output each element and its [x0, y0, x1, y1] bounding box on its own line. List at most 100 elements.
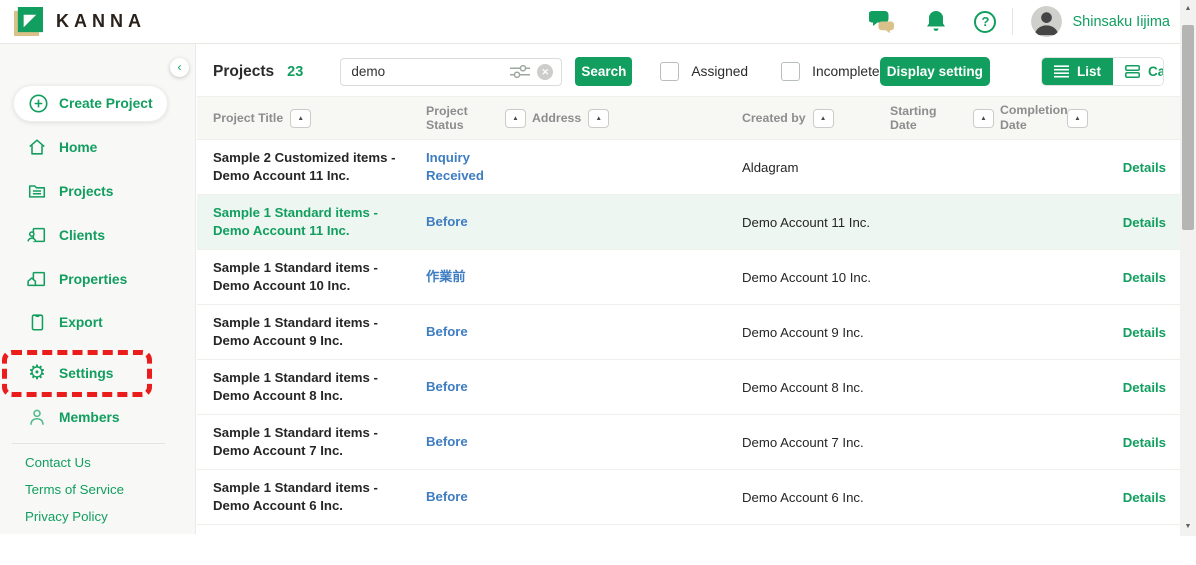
table-row: Sample 2 Customized items - Demo Account…	[197, 140, 1180, 195]
sidebar-item-label: Properties	[59, 272, 127, 287]
details-link[interactable]: Details	[1123, 435, 1166, 450]
card-view-button[interactable]: Card	[1113, 58, 1164, 85]
sidebar-links: Contact Us Terms of Service Privacy Poli…	[0, 453, 195, 534]
created-by-value: Demo Account 8 Inc.	[742, 380, 890, 395]
card-icon	[1125, 65, 1140, 78]
project-title-link[interactable]: Sample 1 Standard items - Demo Account 9…	[213, 315, 378, 348]
assigned-checkbox[interactable]	[660, 62, 679, 81]
created-by-value: Demo Account 7 Inc.	[742, 435, 890, 450]
details-link[interactable]: Details	[1123, 160, 1166, 175]
sidebar-item-members[interactable]: Members	[0, 402, 195, 432]
project-status-value: Before	[426, 214, 468, 229]
search-button[interactable]: Search	[575, 57, 632, 86]
table-row: Sample 1 Standard items - Demo Account 1…	[197, 195, 1180, 250]
incomplete-label: Incomplete	[812, 64, 880, 79]
chat-icon[interactable]	[869, 9, 896, 34]
project-title-link[interactable]: Sample 1 Standard items - Demo Account 8…	[213, 370, 378, 403]
col-created-by: Created by	[742, 111, 806, 125]
sidebar-item-label: Members	[59, 410, 120, 425]
help-icon[interactable]: ?	[974, 11, 996, 33]
kanna-logo-icon	[14, 7, 43, 36]
header-actions: ? Shinsaku Iijima	[869, 6, 1180, 37]
sidebar-divider	[12, 443, 165, 444]
privacy-policy-link[interactable]: Privacy Policy	[0, 507, 195, 527]
sidebar-item-label: Settings	[59, 366, 113, 381]
sidebar-nav: Home Projects Clients	[0, 132, 195, 432]
sidebar-item-clients[interactable]: Clients	[0, 220, 195, 250]
sidebar-item-settings[interactable]: ⚙ Settings	[0, 358, 195, 388]
details-link[interactable]: Details	[1123, 380, 1166, 395]
created-by-value: Demo Account 10 Inc.	[742, 270, 890, 285]
project-title-link[interactable]: Sample 2 Customized items - Demo Account…	[213, 150, 395, 183]
folder-icon	[27, 181, 47, 201]
project-title-link[interactable]: Sample 1 Standard items - Demo Account 6…	[213, 480, 378, 513]
table-row: Sample 1 Standard items - Demo Account 1…	[197, 250, 1180, 305]
details-link[interactable]: Details	[1123, 490, 1166, 505]
details-link[interactable]: Details	[1123, 270, 1166, 285]
export-icon	[27, 312, 47, 332]
col-project-title: Project Title	[213, 111, 283, 125]
project-title-link[interactable]: Sample 1 Standard items - Demo Account 1…	[213, 260, 378, 293]
details-link[interactable]: Details	[1123, 325, 1166, 340]
brand-name: KANNA	[56, 11, 146, 32]
col-address: Address	[532, 111, 581, 125]
create-project-label: Create Project	[59, 96, 153, 111]
terms-of-service-link[interactable]: Terms of Service	[0, 480, 195, 500]
page-scrollbar: ▲ ▼	[1180, 0, 1196, 536]
filter-sliders-icon[interactable]	[510, 64, 530, 79]
sidebar-collapse-button[interactable]: ‹	[170, 58, 189, 77]
page-title: Projects	[213, 63, 274, 81]
list-icon	[1054, 65, 1069, 78]
avatar[interactable]	[1031, 6, 1062, 37]
contact-us-link[interactable]: Contact Us	[0, 453, 195, 473]
view-toggle: List Card	[1041, 57, 1164, 86]
person-icon	[27, 407, 47, 427]
incomplete-checkbox[interactable]	[781, 62, 800, 81]
sidebar-item-label: Export	[59, 315, 103, 330]
table-row: Sample 1 Standard items - Demo Account 7…	[197, 415, 1180, 470]
table-row: Sample 1 Standard items - Demo Account 8…	[197, 360, 1180, 415]
sidebar-item-projects[interactable]: Projects	[0, 176, 195, 206]
clients-icon	[27, 225, 47, 245]
incomplete-checkbox-group: Incomplete	[781, 62, 880, 81]
sidebar-item-properties[interactable]: Properties	[0, 264, 195, 294]
search-input-wrap: ✕	[340, 58, 562, 86]
table-body: Sample 2 Customized items - Demo Account…	[197, 140, 1180, 525]
sidebar-item-label: Home	[59, 140, 97, 155]
list-view-label: List	[1077, 64, 1101, 79]
brand[interactable]: KANNA	[0, 7, 146, 36]
created-by-value: Demo Account 9 Inc.	[742, 325, 890, 340]
scroll-up-arrow[interactable]: ▲	[1180, 2, 1196, 16]
created-by-value: Demo Account 11 Inc.	[742, 215, 890, 230]
clear-search-icon[interactable]: ✕	[537, 64, 553, 80]
sort-completion-date-button[interactable]: ▲	[1067, 109, 1088, 128]
project-status-value: Before	[426, 489, 468, 504]
scrollbar-thumb[interactable]	[1182, 25, 1194, 230]
main-content: Projects 23 ✕ Search Assigned Incomplete…	[197, 44, 1180, 565]
display-setting-button[interactable]: Display setting	[880, 57, 990, 86]
sort-starting-date-button[interactable]: ▲	[973, 109, 994, 128]
sidebar-item-home[interactable]: Home	[0, 132, 195, 162]
list-view-button[interactable]: List	[1042, 58, 1113, 85]
created-by-value: Demo Account 6 Inc.	[742, 490, 890, 505]
sidebar-item-export[interactable]: Export	[0, 307, 195, 337]
sort-project-title-button[interactable]: ▲	[290, 109, 311, 128]
home-icon	[27, 137, 47, 157]
card-view-label: Card	[1148, 64, 1164, 79]
project-title-link[interactable]: Sample 1 Standard items - Demo Account 1…	[213, 205, 378, 238]
sort-created-by-button[interactable]: ▲	[813, 109, 834, 128]
search-input[interactable]	[349, 63, 503, 80]
top-header: KANNA ? Shinsaku Iijima	[0, 0, 1180, 44]
sort-address-button[interactable]: ▲	[588, 109, 609, 128]
assigned-checkbox-group: Assigned	[660, 62, 748, 81]
project-status-value: Before	[426, 379, 468, 394]
project-count: 23	[287, 64, 303, 80]
project-title-link[interactable]: Sample 1 Standard items - Demo Account 7…	[213, 425, 378, 458]
sort-project-status-button[interactable]: ▲	[505, 109, 526, 128]
create-project-button[interactable]: Create Project	[13, 85, 168, 122]
scroll-down-arrow[interactable]: ▼	[1180, 520, 1196, 534]
details-link[interactable]: Details	[1123, 215, 1166, 230]
toolbar: Projects 23 ✕ Search Assigned Incomplete…	[197, 44, 1180, 96]
notifications-icon[interactable]	[925, 9, 947, 34]
user-name[interactable]: Shinsaku Iijima	[1072, 14, 1170, 30]
